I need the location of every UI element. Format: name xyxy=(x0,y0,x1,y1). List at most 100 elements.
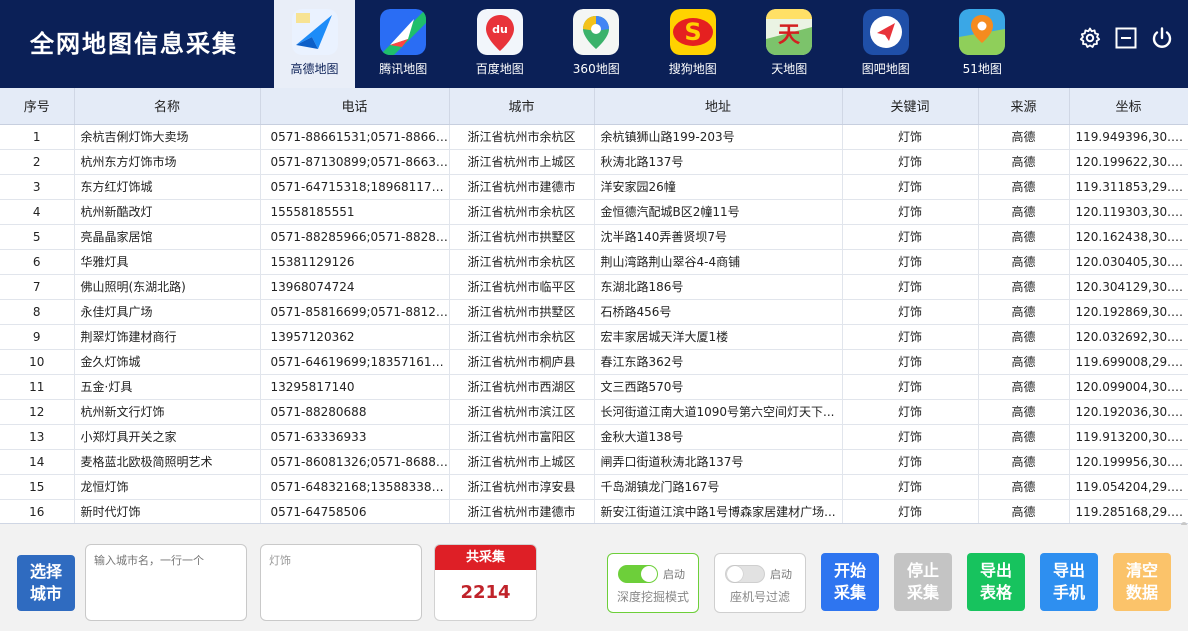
cell-index: 7 xyxy=(0,274,75,300)
cell-index: 10 xyxy=(0,349,75,375)
tencent-map-icon xyxy=(380,9,427,55)
cell-address: 洋安家园26幢 xyxy=(594,174,843,200)
cell-address: 长河街道江南大道1090号第六空间灯天下... xyxy=(594,399,843,425)
table-row[interactable]: 10 金久灯饰城 0571-64619699;18357161666 浙江省杭州市桐庐… xyxy=(0,349,1188,375)
clear-data-button[interactable]: 清空数据 xyxy=(1113,553,1171,611)
cell-city: 浙江省杭州市上城区 xyxy=(449,449,595,475)
gaode-map-icon xyxy=(291,9,338,55)
tab-gaode[interactable]: 高德地图 xyxy=(274,0,355,88)
cell-city: 浙江省杭州市余杭区 xyxy=(449,124,595,150)
cell-keyword: 灯饰 xyxy=(842,124,979,150)
tab-tianditu[interactable]: 天 天地图 xyxy=(741,0,838,88)
collected-count-value: 2214 xyxy=(460,582,511,603)
city-input[interactable] xyxy=(85,544,247,621)
cell-name: 亮晶晶家居馆 xyxy=(74,224,261,250)
column-header-coords[interactable]: 坐标 xyxy=(1069,88,1188,125)
cell-name: 永佳灯具广场 xyxy=(74,299,261,325)
column-header-phone[interactable]: 电话 xyxy=(260,88,450,125)
table-row[interactable]: 15 龙恒灯饰 0571-64832168;13588338935 浙江省杭州市淳安县… xyxy=(0,474,1188,500)
table-row[interactable]: 16 新时代灯饰 0571-64758506 浙江省杭州市建德市 新安江街道江滨中路1号… xyxy=(0,499,1188,523)
table-row[interactable]: 4 杭州新酷改灯 15558185551 浙江省杭州市余杭区 金恒德汽配城B区2幢11号… xyxy=(0,199,1188,225)
collected-count-panel: 共采集 2214 xyxy=(434,544,537,621)
cell-index: 1 xyxy=(0,124,75,150)
column-header-keyword[interactable]: 关键词 xyxy=(842,88,979,125)
start-collect-button[interactable]: 开始采集 xyxy=(821,553,879,611)
tab-baidu-label: 百度地图 xyxy=(475,62,524,76)
tab-tencent-label: 腾讯地图 xyxy=(379,62,428,76)
tab-360[interactable]: 360地图 xyxy=(548,0,645,88)
landline-filter-switch[interactable] xyxy=(725,565,765,583)
cell-name: 华雅灯具 xyxy=(74,249,261,275)
cell-keyword: 灯饰 xyxy=(842,324,979,350)
gear-icon[interactable] xyxy=(1078,26,1102,50)
cell-phone: 0571-64715318;18968117318 xyxy=(260,174,450,200)
cell-source: 高德 xyxy=(978,224,1070,250)
vertical-scrollbar[interactable] xyxy=(1180,88,1188,602)
cell-coords: 119.699008,29.8061 xyxy=(1069,349,1188,375)
cell-keyword: 灯饰 xyxy=(842,299,979,325)
tuba-map-icon xyxy=(862,9,909,55)
cell-phone: 0571-64832168;13588338935 xyxy=(260,474,450,500)
header-bar: 全网地图信息采集 高德地图 腾讯地图 du 百度地图 360地图 S 搜狗地图 … xyxy=(0,0,1188,88)
table-row[interactable]: 1 余杭吉俐灯饰大卖场 0571-88661531;0571-88661... 浙江省… xyxy=(0,124,1188,150)
baidu-map-icon: du xyxy=(476,9,523,55)
tab-51[interactable]: 51地图 xyxy=(934,0,1031,88)
landline-filter-toggle[interactable]: 启动 座机号过滤 xyxy=(714,553,806,613)
results-table[interactable]: 序号 名称 电话 城市 地址 关键词 来源 坐标 1 余杭吉俐灯饰大卖场 0571-8866153… xyxy=(0,88,1188,524)
cell-name: 小郑灯具开关之家 xyxy=(74,424,261,450)
table-row[interactable]: 11 五金·灯具 13295817140 浙江省杭州市西湖区 文三西路570号 灯饰 高德 1… xyxy=(0,374,1188,400)
column-header-source[interactable]: 来源 xyxy=(978,88,1070,125)
table-row[interactable]: 14 麦格蓝北欧极简照明艺术 0571-86081326;0571-86882...… xyxy=(0,449,1188,475)
cell-keyword: 灯饰 xyxy=(842,499,979,523)
cell-phone: 0571-88285966;0571-88285... xyxy=(260,224,450,250)
table-row[interactable]: 7 佛山照明(东湖北路) 13968074724 浙江省杭州市临平区 东湖北路186号灯… xyxy=(0,274,1188,300)
column-header-city[interactable]: 城市 xyxy=(449,88,595,125)
tab-tuba[interactable]: 图吧地图 xyxy=(838,0,935,88)
deep-mining-switch[interactable] xyxy=(618,565,658,583)
table-row[interactable]: 13 小郑灯具开关之家 0571-63336933 浙江省杭州市富阳区 金秋大道138号… xyxy=(0,424,1188,450)
deep-mining-toggle[interactable]: 启动 深度挖掘模式 xyxy=(607,553,699,613)
table-row[interactable]: 6 华雅灯具 15381129126 浙江省杭州市余杭区 荆山湾路荆山翠谷4-4商铺 灯饰… xyxy=(0,249,1188,275)
cell-name: 新时代灯饰 xyxy=(74,499,261,523)
svg-text:S: S xyxy=(684,18,701,46)
keyword-input[interactable]: 灯饰 xyxy=(260,544,422,621)
cell-source: 高德 xyxy=(978,424,1070,450)
column-header-address[interactable]: 地址 xyxy=(594,88,843,125)
cell-address: 闸弄口街道秋涛北路137号 xyxy=(594,449,843,475)
cell-phone: 0571-88661531;0571-88661... xyxy=(260,124,450,150)
table-row[interactable]: 3 东方红灯饰城 0571-64715318;18968117318 浙江省杭州市建德… xyxy=(0,174,1188,200)
table-row[interactable]: 2 杭州东方灯饰市场 0571-87130899;0571-86633... 浙江省杭… xyxy=(0,149,1188,175)
cell-keyword: 灯饰 xyxy=(842,149,979,175)
power-icon[interactable] xyxy=(1150,26,1174,50)
minimize-icon[interactable] xyxy=(1114,26,1138,50)
map-source-tabs: 高德地图 腾讯地图 du 百度地图 360地图 S 搜狗地图 天 天地图 图吧地… xyxy=(274,0,1031,88)
tab-sogou[interactable]: S 搜狗地图 xyxy=(645,0,742,88)
cell-phone: 0571-86081326;0571-86882... xyxy=(260,449,450,475)
stop-collect-button[interactable]: 停止采集 xyxy=(894,553,952,611)
cell-address: 金恒德汽配城B区2幢11号 xyxy=(594,199,843,225)
tianditu-map-icon: 天 xyxy=(766,9,813,55)
table-row[interactable]: 9 荆翠灯饰建材商行 13957120362 浙江省杭州市余杭区 宏丰家居城天洋大厦1楼… xyxy=(0,324,1188,350)
cell-index: 5 xyxy=(0,224,75,250)
cell-coords: 120.099004,30.2759 xyxy=(1069,374,1188,400)
table-row[interactable]: 12 杭州新文行灯饰 0571-88280688 浙江省杭州市滨江区 长河街道江南大道1… xyxy=(0,399,1188,425)
table-row[interactable]: 5 亮晶晶家居馆 0571-88285966;0571-88285... 浙江省杭州市… xyxy=(0,224,1188,250)
tab-tencent[interactable]: 腾讯地图 xyxy=(355,0,452,88)
export-phone-button[interactable]: 导出手机 xyxy=(1040,553,1098,611)
tab-baidu[interactable]: du 百度地图 xyxy=(452,0,549,88)
table-row[interactable]: 8 永佳灯具广场 0571-85816699;0571-88121... 浙江省杭州市… xyxy=(0,299,1188,325)
cell-address: 新安江街道江滨中路1号博森家居建材广场... xyxy=(594,499,843,523)
export-table-button[interactable]: 导出表格 xyxy=(967,553,1025,611)
column-header-index[interactable]: 序号 xyxy=(0,88,75,125)
select-city-button[interactable]: 选择城市 xyxy=(17,555,75,611)
cell-index: 9 xyxy=(0,324,75,350)
tab-gaode-label: 高德地图 xyxy=(290,62,339,76)
cell-keyword: 灯饰 xyxy=(842,174,979,200)
clear-data-label: 清空数据 xyxy=(1125,561,1158,602)
landline-filter-state: 启动 xyxy=(770,568,792,581)
360-map-icon xyxy=(573,9,620,55)
control-panel: 选择城市 灯饰 共采集 2214 启动 深度挖掘模式 启动 座机号过滤 开始采集… xyxy=(0,525,1188,631)
column-header-name[interactable]: 名称 xyxy=(74,88,261,125)
cell-index: 6 xyxy=(0,249,75,275)
svg-text:天: 天 xyxy=(778,22,801,48)
